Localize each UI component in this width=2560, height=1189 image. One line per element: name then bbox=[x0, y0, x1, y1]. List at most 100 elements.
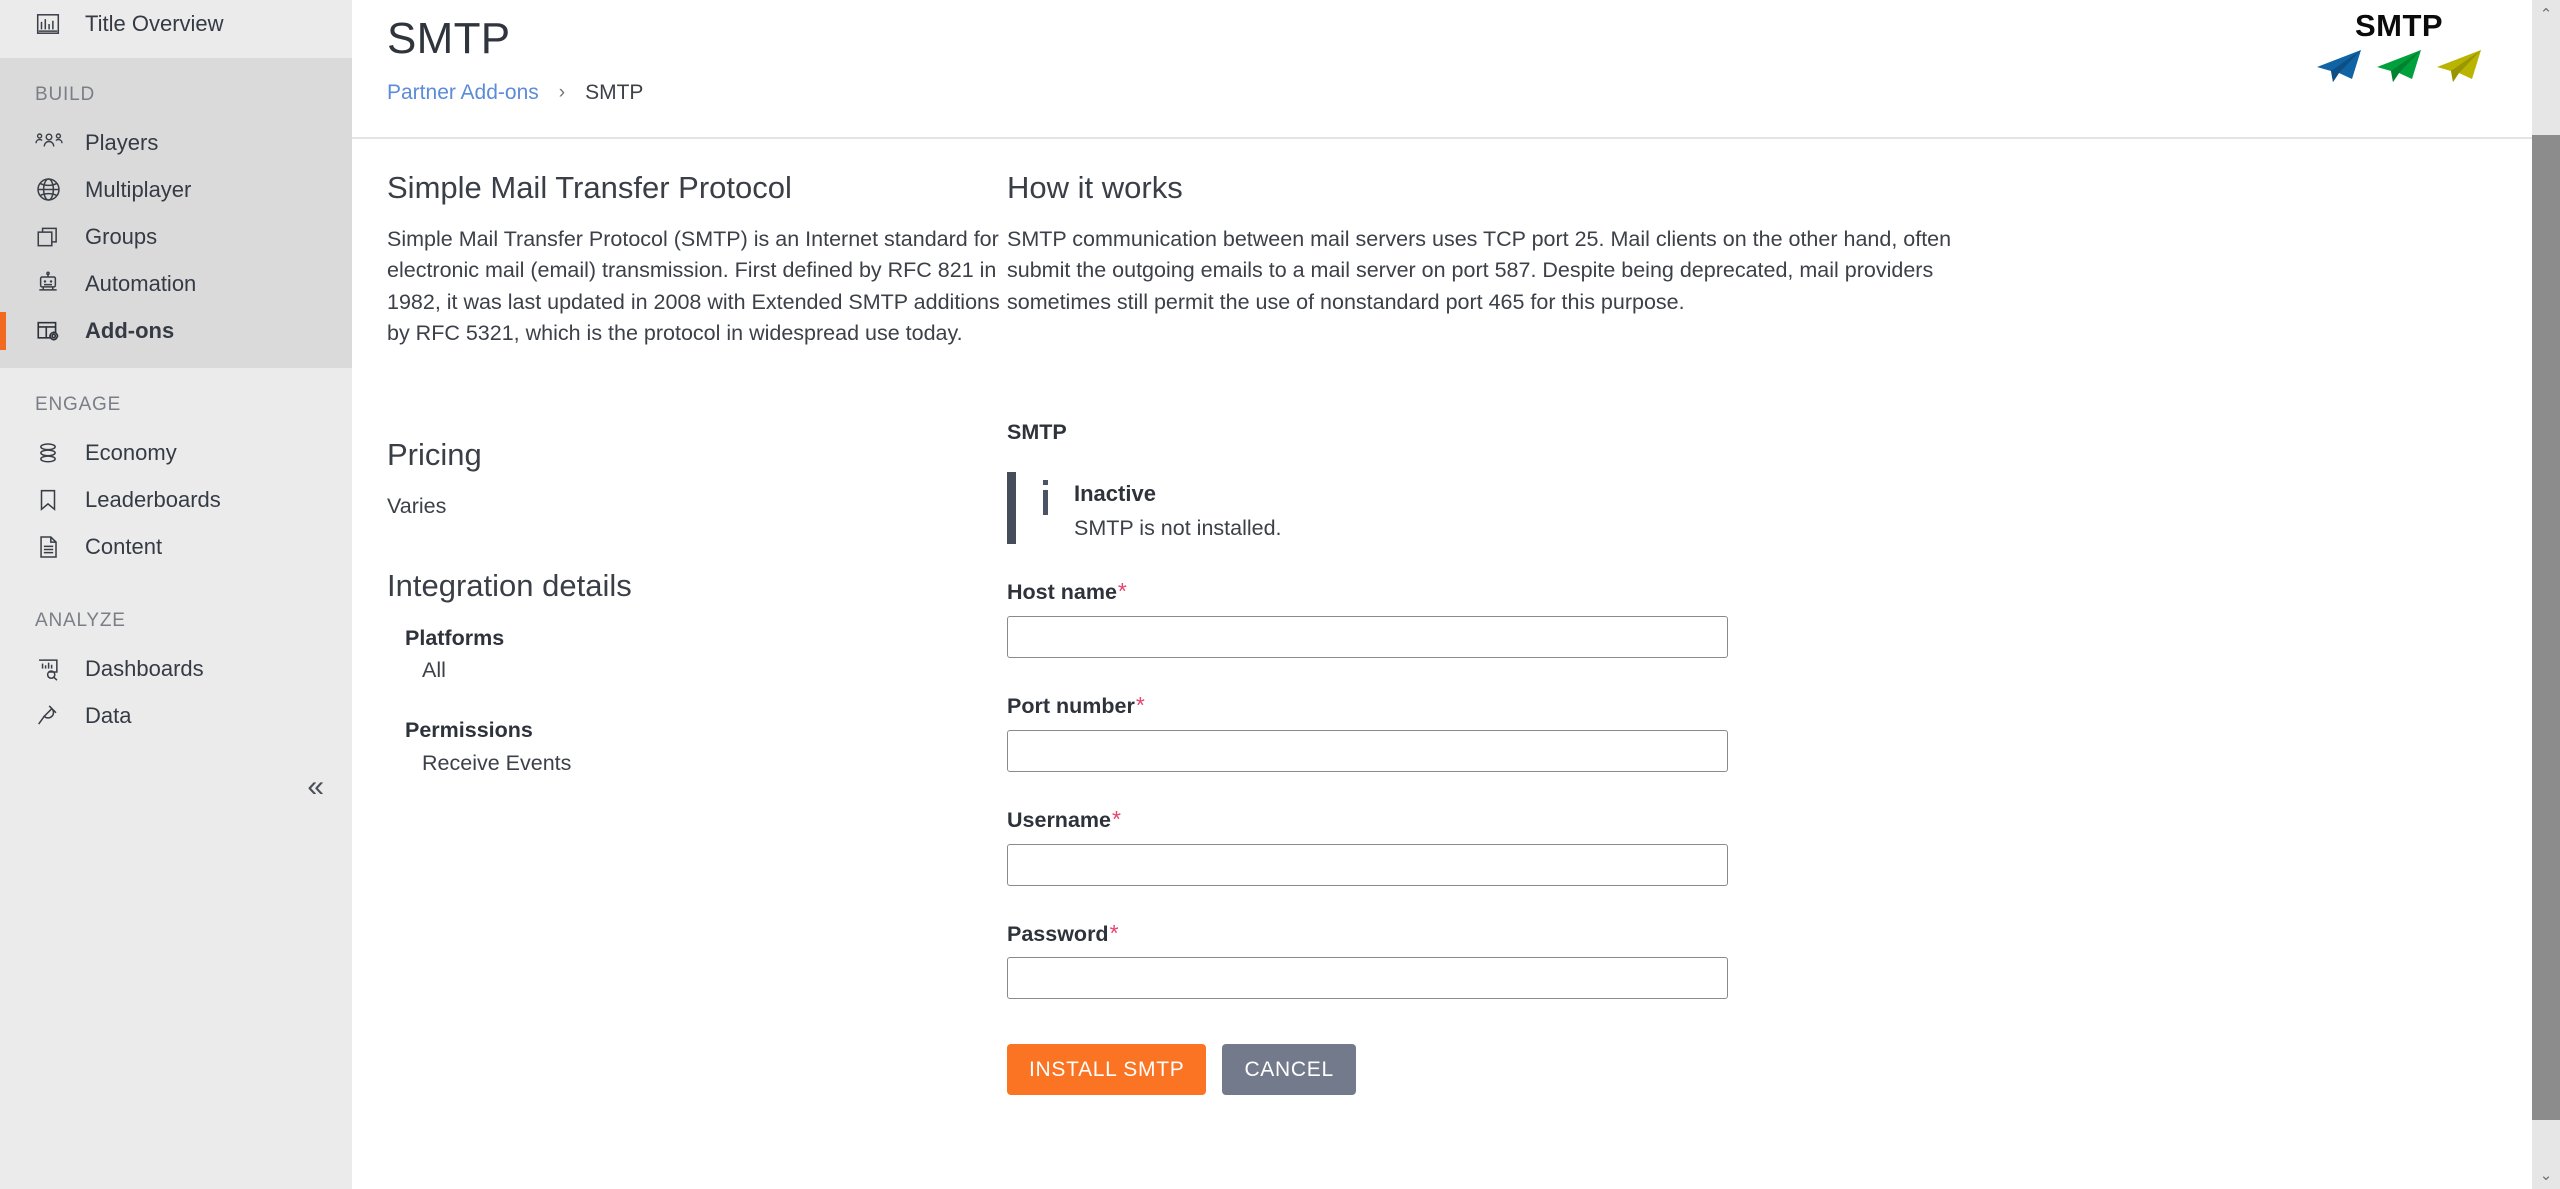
sidebar-item-groups[interactable]: Groups bbox=[0, 213, 352, 260]
pricing-heading: Pricing bbox=[387, 436, 482, 472]
left-column: Simple Mail Transfer Protocol Simple Mai… bbox=[352, 139, 1007, 1135]
breadcrumb-current: SMTP bbox=[585, 81, 644, 104]
sidebar-section-label-analyze: ANALYZE bbox=[35, 610, 126, 631]
status-description: SMTP is not installed. bbox=[1074, 515, 1282, 540]
sidebar-item-label: Add-ons bbox=[85, 317, 175, 343]
sidebar-top-section: Title Overview bbox=[0, 0, 352, 58]
sidebar-item-title-overview[interactable]: Title Overview bbox=[0, 0, 352, 47]
required-asterisk: * bbox=[1135, 692, 1145, 719]
overview-body: Simple Mail Transfer Protocol (SMTP) is … bbox=[387, 227, 1000, 346]
integration-details-block: Integration details Platforms All Permis… bbox=[387, 567, 1007, 779]
scrollbar-thumb[interactable] bbox=[2532, 135, 2560, 1120]
field-host-name: Host name* bbox=[1007, 578, 2560, 659]
players-icon bbox=[35, 130, 69, 156]
port-number-label-text: Port number bbox=[1007, 694, 1135, 719]
globe-icon bbox=[35, 176, 69, 203]
detail-group-permissions: Permissions Receive Events bbox=[387, 714, 1007, 779]
pricing-block: Pricing Varies bbox=[387, 436, 1007, 521]
host-name-label: Host name* bbox=[1007, 578, 1127, 606]
sidebar-item-dashboards[interactable]: Dashboards bbox=[0, 645, 352, 692]
required-asterisk: * bbox=[1111, 805, 1121, 832]
page-scrollbar[interactable]: ⌃ ⌄ bbox=[2532, 0, 2560, 1189]
robot-icon bbox=[35, 271, 69, 297]
password-label: Password* bbox=[1007, 920, 1119, 948]
sidebar-item-players[interactable]: Players bbox=[0, 119, 352, 166]
smtp-logo: SMTP bbox=[2314, 10, 2484, 84]
integration-heading: Integration details bbox=[387, 567, 632, 603]
detail-label: Platforms bbox=[405, 625, 505, 650]
install-smtp-button[interactable]: INSTALL SMTP bbox=[1007, 1044, 1207, 1096]
paper-plane-icon-yellow bbox=[2437, 50, 2481, 82]
smtp-logo-text: SMTP bbox=[2354, 8, 2444, 43]
document-icon bbox=[35, 534, 69, 560]
scroll-down-arrow-icon[interactable]: ⌄ bbox=[2532, 1161, 2560, 1189]
username-input[interactable] bbox=[1007, 843, 1728, 886]
scroll-up-arrow-icon[interactable]: ⌃ bbox=[2532, 0, 2560, 28]
sidebar-item-data[interactable]: Data bbox=[0, 692, 352, 739]
overview-heading: Simple Mail Transfer Protocol bbox=[387, 170, 792, 205]
active-indicator-bar bbox=[0, 312, 6, 350]
sidebar-item-label: Dashboards bbox=[85, 655, 204, 681]
chevron-right-icon: › bbox=[558, 82, 566, 103]
sidebar-item-content[interactable]: Content bbox=[0, 523, 352, 570]
username-label-text: Username bbox=[1007, 807, 1111, 832]
sidebar-item-label: Content bbox=[85, 533, 163, 559]
sidebar-group-engage: ENGAGE Economy Leaderboards Content bbox=[0, 368, 352, 584]
plug-icon bbox=[35, 703, 69, 729]
sidebar-item-label: Leaderboards bbox=[85, 486, 221, 512]
breadcrumb: Partner Add-ons › SMTP bbox=[387, 81, 2560, 105]
form-title: SMTP bbox=[1007, 420, 1067, 445]
detail-value: Receive Events bbox=[422, 750, 572, 775]
sidebar: Title Overview BUILD Players Multiplayer… bbox=[0, 0, 352, 1189]
groups-icon bbox=[35, 224, 69, 250]
smtp-logo-planes bbox=[2314, 48, 2484, 84]
password-input[interactable] bbox=[1007, 957, 1728, 1000]
required-asterisk: * bbox=[1117, 578, 1127, 605]
cancel-button[interactable]: CANCEL bbox=[1222, 1044, 1356, 1096]
password-label-text: Password bbox=[1007, 921, 1109, 946]
page-title: SMTP bbox=[387, 14, 511, 63]
host-name-label-text: Host name bbox=[1007, 580, 1117, 605]
sidebar-item-add-ons[interactable]: Add-ons bbox=[0, 307, 352, 354]
pricing-value: Varies bbox=[387, 493, 447, 518]
collapse-sidebar-button[interactable]: « bbox=[0, 772, 352, 802]
status-accent-bar bbox=[1007, 472, 1016, 545]
field-username: Username* bbox=[1007, 806, 2560, 886]
main-content: SMTP Partner Add-ons › SMTP SMTP Simple … bbox=[352, 0, 2560, 1189]
coins-icon bbox=[35, 440, 69, 466]
how-it-works-heading: How it works bbox=[1007, 170, 1183, 205]
sidebar-item-label: Players bbox=[85, 129, 159, 155]
paper-plane-icon-blue bbox=[2317, 50, 2361, 82]
sidebar-item-label: Data bbox=[85, 702, 132, 728]
dashboards-icon bbox=[35, 656, 69, 682]
sidebar-item-label: Title Overview bbox=[85, 10, 224, 36]
detail-value: All bbox=[422, 658, 446, 683]
bookmark-icon bbox=[35, 487, 69, 513]
sidebar-item-label: Multiplayer bbox=[85, 176, 192, 202]
port-number-label: Port number* bbox=[1007, 692, 1145, 720]
sidebar-item-label: Automation bbox=[85, 270, 197, 296]
detail-label: Permissions bbox=[405, 718, 533, 743]
field-password: Password* bbox=[1007, 920, 2560, 1000]
detail-group-platforms: Platforms All bbox=[387, 622, 1007, 687]
sidebar-section-label-build: BUILD bbox=[35, 84, 95, 105]
sidebar-item-economy[interactable]: Economy bbox=[0, 429, 352, 476]
sidebar-item-leaderboards[interactable]: Leaderboards bbox=[0, 476, 352, 523]
how-it-works-body: SMTP communication between mail servers … bbox=[1007, 227, 1952, 314]
sidebar-group-build: BUILD Players Multiplayer Groups Automat… bbox=[0, 58, 352, 368]
host-name-input[interactable] bbox=[1007, 616, 1728, 659]
bar-chart-icon bbox=[35, 11, 69, 37]
paper-plane-icon-green bbox=[2377, 50, 2421, 82]
info-icon bbox=[1016, 472, 1074, 516]
sidebar-item-automation[interactable]: Automation bbox=[0, 260, 352, 307]
sidebar-item-label: Groups bbox=[85, 223, 158, 249]
port-number-input[interactable] bbox=[1007, 729, 1728, 772]
right-column: How it works SMTP communication between … bbox=[1007, 139, 2560, 1135]
page-header: SMTP Partner Add-ons › SMTP SMTP bbox=[352, 0, 2560, 139]
breadcrumb-link-partner-add-ons[interactable]: Partner Add-ons bbox=[387, 81, 539, 105]
sidebar-item-label: Economy bbox=[85, 439, 177, 465]
status-badge: Inactive bbox=[1074, 481, 1156, 507]
addons-icon bbox=[35, 318, 69, 344]
sidebar-item-multiplayer[interactable]: Multiplayer bbox=[0, 166, 352, 213]
form-actions: INSTALL SMTP CANCEL bbox=[1007, 1044, 2560, 1135]
